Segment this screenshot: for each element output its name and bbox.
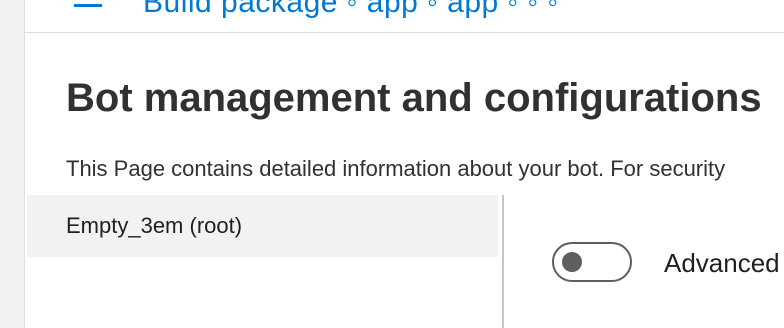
tree-item-label: Empty_3em (root) xyxy=(66,213,243,238)
page-description: This Page contains detailed information … xyxy=(66,156,726,181)
left-rail xyxy=(0,0,25,328)
toggle-knob xyxy=(562,252,582,272)
advanced-toggle-label: Advanced xyxy=(664,248,780,278)
top-strip: Build package ◦ app ◦ app ◦ ◦ ◦ xyxy=(25,0,784,33)
advanced-toggle[interactable] xyxy=(552,242,632,282)
page-title: Bot management and configurations xyxy=(66,76,762,120)
tree-item-root[interactable]: Empty_3em (root) xyxy=(27,195,498,257)
bot-tree-panel: Empty_3em (root) xyxy=(27,195,504,328)
build-package-icon[interactable] xyxy=(74,0,102,7)
top-strip-text[interactable]: Build package ◦ app ◦ app ◦ ◦ ◦ xyxy=(143,0,559,20)
